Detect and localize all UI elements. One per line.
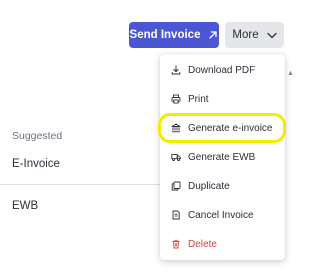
document-icon: [172, 210, 180, 220]
more-label: More: [232, 29, 259, 41]
menu-item-label: Duplicate: [188, 180, 230, 192]
top-toolbar: Send Invoice More: [0, 0, 298, 62]
printer-icon: [171, 94, 181, 104]
menu-item-label: Generate e-invoice: [188, 122, 273, 134]
send-invoice-label: Send Invoice: [129, 29, 201, 41]
menu-item-generate-ewb[interactable]: Generate EWB: [160, 145, 285, 169]
trash-icon: [172, 239, 180, 249]
menu-item-duplicate[interactable]: Duplicate: [160, 174, 285, 198]
menu-item-label: Delete: [188, 238, 217, 250]
menu-item-cancel-invoice[interactable]: Cancel Invoice: [160, 203, 285, 227]
chevron-down-icon: [266, 32, 277, 38]
suggested-section-label: Suggested: [12, 130, 63, 142]
more-dropdown-menu: Download PDF Print Generate e-invoice Ge…: [160, 54, 285, 260]
menu-item-label: Download PDF: [188, 64, 256, 76]
menu-item-download-pdf[interactable]: Download PDF: [160, 58, 285, 82]
suggested-item-ewb[interactable]: EWB: [12, 200, 38, 212]
menu-item-delete[interactable]: Delete: [160, 232, 285, 256]
truck-icon: [171, 154, 181, 162]
copy-icon: [171, 181, 181, 191]
scroll-up-arrow-icon[interactable]: ▲: [287, 70, 295, 78]
menu-item-print[interactable]: Print: [160, 87, 285, 111]
menu-item-label: Generate EWB: [188, 151, 256, 163]
suggested-item-e-invoice[interactable]: E-Invoice: [12, 158, 60, 170]
bank-icon: [171, 123, 181, 133]
download-icon: [171, 65, 181, 75]
more-button[interactable]: More: [225, 22, 284, 48]
send-invoice-button[interactable]: Send Invoice: [129, 22, 219, 48]
menu-item-label: Cancel Invoice: [188, 209, 254, 221]
divider: [0, 184, 170, 185]
menu-item-generate-e-invoice[interactable]: Generate e-invoice: [160, 116, 285, 140]
menu-item-label: Print: [188, 93, 209, 105]
arrow-up-right-icon: [209, 31, 218, 39]
